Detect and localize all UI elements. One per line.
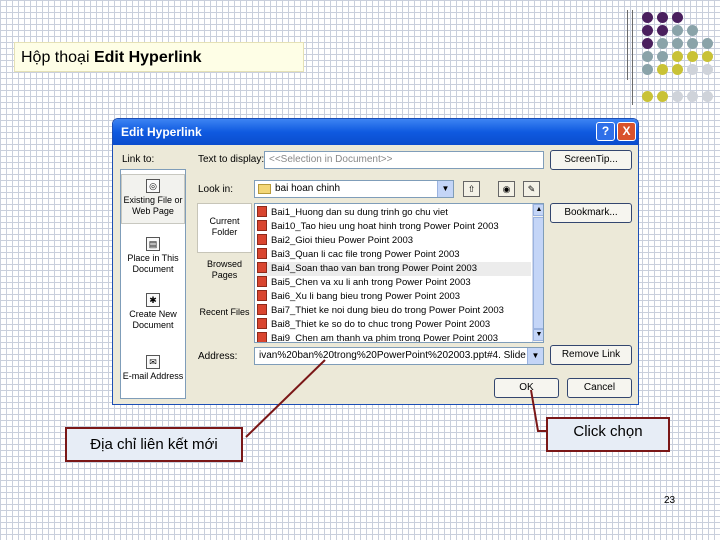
- callout-address: Địa chỉ liên kết mới: [65, 427, 243, 462]
- callout-click: Click chọn: [546, 417, 670, 452]
- page-number: 23: [664, 495, 676, 506]
- address-arrow: [245, 359, 326, 438]
